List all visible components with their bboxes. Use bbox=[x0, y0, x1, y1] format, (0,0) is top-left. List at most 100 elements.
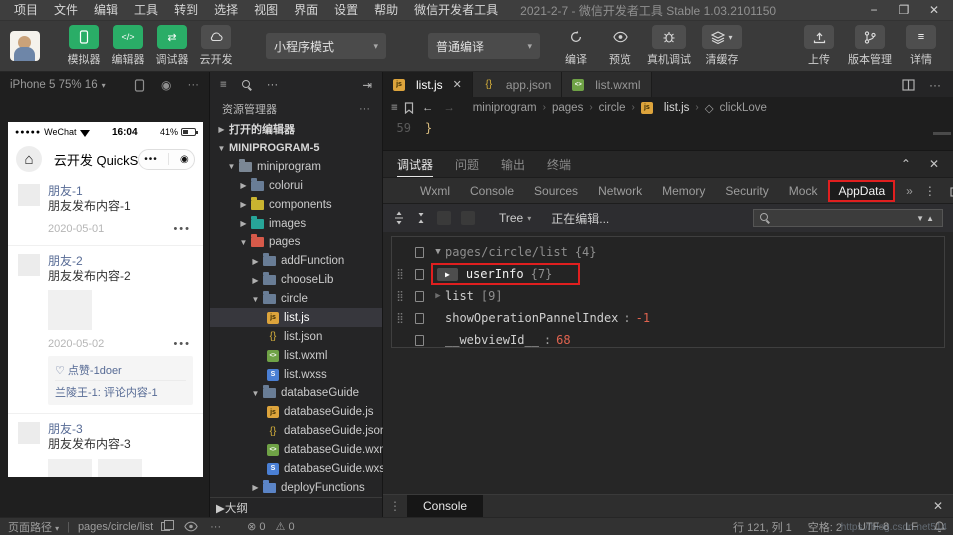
menu-view[interactable]: 视图 bbox=[246, 0, 286, 20]
search-icon[interactable] bbox=[242, 79, 252, 91]
compile-button[interactable] bbox=[561, 25, 591, 49]
more-icon[interactable]: ··· bbox=[359, 103, 370, 115]
drag-handle-icon[interactable]: ⣿ bbox=[392, 291, 408, 302]
simulator-toggle-button[interactable] bbox=[69, 25, 99, 49]
capsule-menu[interactable]: ••• ◉ bbox=[138, 149, 195, 170]
menu-interface[interactable]: 界面 bbox=[286, 0, 326, 20]
preview-button[interactable] bbox=[605, 25, 635, 49]
horizontal-scrollbar[interactable] bbox=[933, 132, 951, 135]
tab-app-json[interactable]: {} app.json bbox=[473, 72, 562, 97]
post-author[interactable]: 朋友-1 bbox=[48, 184, 131, 199]
tree-item-databaseguide-wxss[interactable]: S databaseGuide.wxss bbox=[210, 459, 382, 478]
code-editor[interactable]: 59 } bbox=[383, 118, 953, 150]
menu-edit[interactable]: 编辑 bbox=[86, 0, 126, 20]
more-icon[interactable]: ··· bbox=[267, 79, 279, 91]
devtools-tab-network[interactable]: Network bbox=[589, 180, 651, 202]
minimize-button[interactable]: − bbox=[861, 3, 887, 17]
post-author[interactable]: 朋友-2 bbox=[48, 254, 131, 269]
crumb-list-js[interactable]: list.js bbox=[664, 102, 690, 114]
appdata-search[interactable]: ▼▲ bbox=[753, 209, 943, 227]
search-input[interactable] bbox=[776, 212, 910, 224]
appdata-panelindex-row[interactable]: ⣿ showOperationPannelIndex : -1 bbox=[392, 307, 944, 329]
crumb-clicklove[interactable]: clickLove bbox=[720, 102, 767, 114]
post-image[interactable] bbox=[48, 290, 92, 330]
console-drawer-tab[interactable]: Console bbox=[407, 495, 483, 517]
tree-item-addfunction[interactable]: ▶ addFunction bbox=[210, 252, 382, 271]
close-button[interactable]: ✕ bbox=[921, 3, 947, 17]
bookmark-icon[interactable] bbox=[404, 102, 414, 114]
close-icon[interactable]: ✕ bbox=[929, 157, 939, 171]
avatar[interactable] bbox=[18, 254, 40, 276]
next-match-icon[interactable]: ▲ bbox=[926, 214, 936, 223]
devtools-tab-memory[interactable]: Memory bbox=[653, 180, 714, 202]
close-icon[interactable]: ✕ bbox=[453, 78, 462, 91]
kebab-menu-icon[interactable]: ⋮ bbox=[383, 499, 407, 513]
post-actions-icon[interactable]: ••• bbox=[173, 223, 191, 235]
drag-handle-icon[interactable]: ⣿ bbox=[392, 313, 408, 324]
tree-item-databaseguide[interactable]: ▼ databaseGuide bbox=[210, 384, 382, 403]
panel-tab-terminal[interactable]: 终端 bbox=[547, 156, 571, 173]
tree-item-list-json[interactable]: {} list.json bbox=[210, 327, 382, 346]
crumb-miniprogram[interactable]: miniprogram bbox=[473, 102, 537, 114]
more-icon[interactable]: ··· bbox=[929, 78, 941, 92]
prev-match-icon[interactable]: ▼ bbox=[916, 214, 926, 223]
comment[interactable]: 兰陵王-1: 评论内容-1 bbox=[55, 381, 186, 401]
post-author[interactable]: 朋友-3 bbox=[48, 422, 131, 437]
tree-item-pages[interactable]: ▼ pages bbox=[210, 233, 382, 252]
tree-item-colorui[interactable]: ▶ colorui bbox=[210, 176, 382, 195]
expander-icon[interactable]: ▶ bbox=[437, 268, 458, 281]
menu-wechat-devtools[interactable]: 微信开发者工具 bbox=[406, 0, 506, 20]
devtools-tab-appdata[interactable]: AppData bbox=[828, 180, 895, 202]
collapse-panel-icon[interactable]: ⌃ bbox=[901, 157, 911, 171]
panel-tab-problems[interactable]: 问题 bbox=[455, 156, 479, 173]
post-image[interactable] bbox=[98, 459, 142, 477]
posts-list[interactable]: 朋友-1 朋友发布内容-1 2020-05-01 ••• bbox=[8, 176, 203, 477]
project-root-section[interactable]: ▼ MINIPROGRAM-5 bbox=[210, 139, 382, 158]
warnings-status[interactable]: ⚠ 0 bbox=[276, 520, 295, 533]
avatar[interactable] bbox=[18, 422, 40, 444]
avatar[interactable] bbox=[18, 184, 40, 206]
errors-status[interactable]: ⊗ 0 bbox=[247, 520, 265, 533]
open-editors-section[interactable]: ▶ 打开的编辑器 bbox=[210, 120, 382, 139]
like-list[interactable]: 点赞-1doer bbox=[68, 365, 122, 377]
tab-list-js[interactable]: js list.js ✕ bbox=[383, 72, 473, 97]
appdata-userinfo-row[interactable]: ⣿ ▶ userInfo {7} bbox=[392, 263, 944, 285]
tree-item-list-js[interactable]: js list.js bbox=[210, 308, 382, 327]
clear-cache-button[interactable]: ▾ bbox=[702, 25, 742, 49]
back-icon[interactable]: ← bbox=[422, 102, 434, 114]
encoding-status[interactable]: UTF-8 bbox=[858, 521, 889, 533]
post-actions-icon[interactable]: ••• bbox=[173, 338, 191, 350]
post-image[interactable] bbox=[48, 459, 92, 477]
devtools-tab-wxml[interactable]: Wxml bbox=[411, 180, 459, 202]
tree-item-circle[interactable]: ▼ circle bbox=[210, 290, 382, 309]
maximize-button[interactable]: ❐ bbox=[891, 3, 917, 17]
screenshot-icon[interactable]: ◉ bbox=[161, 78, 171, 92]
drag-handle-icon[interactable]: ⣿ bbox=[392, 269, 408, 280]
view-mode-select[interactable]: Tree ▾ bbox=[499, 211, 531, 225]
tree-item-databaseguide-json[interactable]: {} databaseGuide.json bbox=[210, 422, 382, 441]
tree-item-images[interactable]: ▶ images bbox=[210, 214, 382, 233]
watch-box-icon[interactable] bbox=[415, 269, 424, 280]
watch-box-icon[interactable] bbox=[415, 335, 424, 346]
userinfo-highlight-box[interactable]: ▶ userInfo {7} bbox=[431, 263, 580, 285]
devtools-tab-mock[interactable]: Mock bbox=[780, 180, 827, 202]
menu-settings[interactable]: 设置 bbox=[326, 0, 366, 20]
editor-toggle-button[interactable]: </> bbox=[113, 25, 143, 49]
cloud-dev-button[interactable] bbox=[201, 25, 231, 49]
device-debug-button[interactable] bbox=[652, 25, 686, 49]
outline-section[interactable]: ▶ 大纲 bbox=[210, 497, 382, 517]
collapse-all-icon[interactable] bbox=[415, 211, 427, 225]
collapse-sidebar-icon[interactable]: ⇥ bbox=[362, 78, 372, 92]
chevron-down-icon[interactable]: ▼ bbox=[431, 247, 445, 257]
compile-mode-select[interactable]: 普通编译 ▾ bbox=[428, 33, 540, 59]
more-icon[interactable]: ··· bbox=[188, 79, 200, 91]
tree-item-components[interactable]: ▶ components bbox=[210, 195, 382, 214]
cursor-position-status[interactable]: 行 121, 列 1 bbox=[733, 519, 792, 535]
device-selector[interactable]: iPhone 5 75% 16 ▾ bbox=[10, 79, 106, 91]
split-editor-icon[interactable] bbox=[902, 79, 915, 91]
debugger-toggle-button[interactable]: ⇄ bbox=[157, 25, 187, 49]
tree-item-miniprogram[interactable]: ▼ miniprogram bbox=[210, 157, 382, 176]
appdata-webviewid-row[interactable]: __webviewId__ : 68 bbox=[392, 329, 944, 351]
more-icon[interactable]: ··· bbox=[210, 521, 221, 533]
chevron-right-icon[interactable]: ▶ bbox=[431, 291, 445, 301]
